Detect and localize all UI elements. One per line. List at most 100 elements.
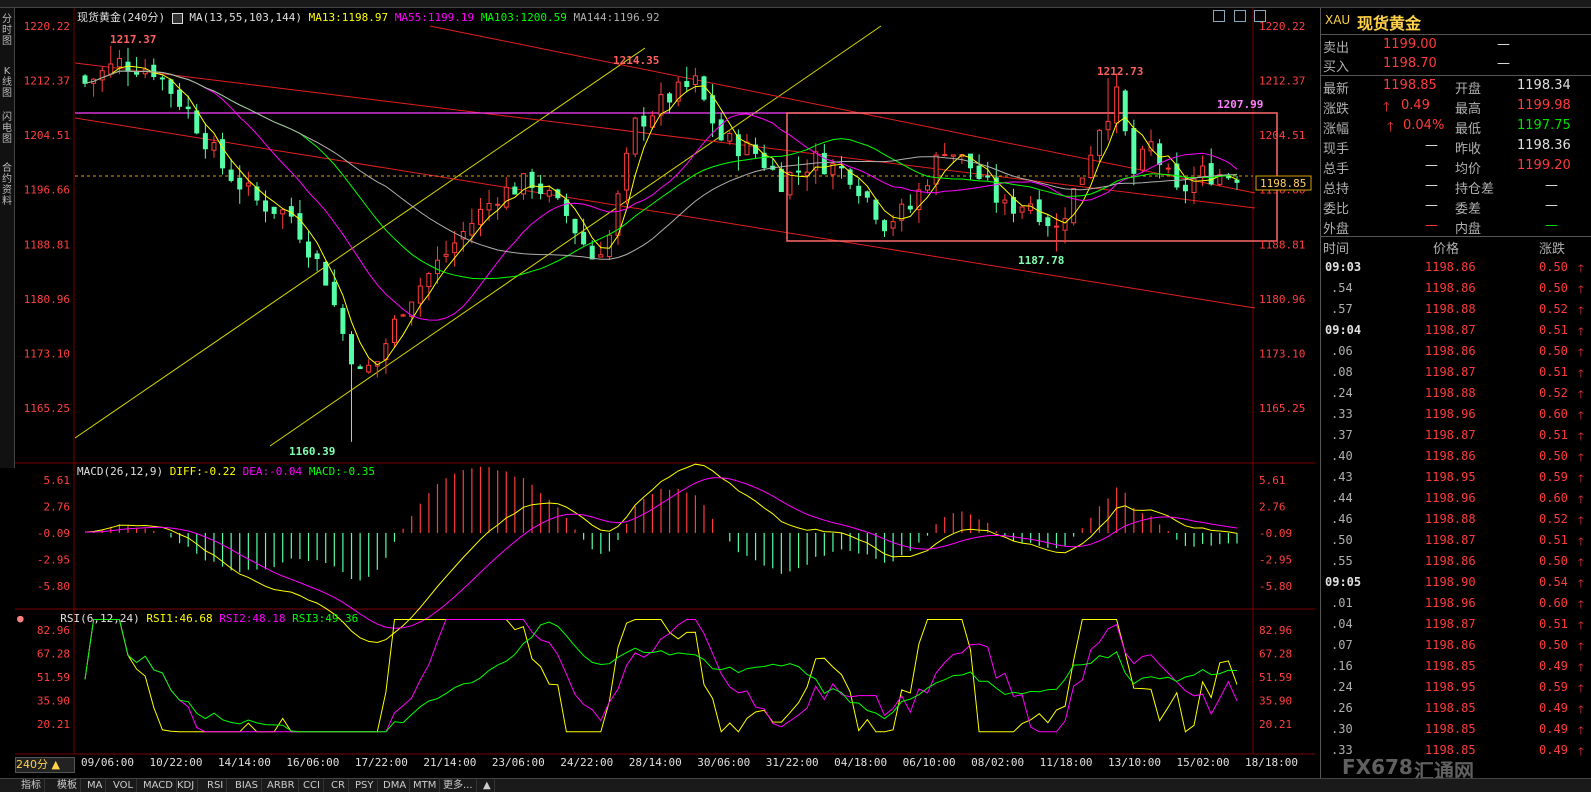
candle-body: [400, 314, 406, 317]
rsi-legend: ● RSI(6,12,24) RSI1:46.68 RSI2:48.18 RSI…: [17, 612, 358, 625]
quote-row-hold: 总持 — 持仓差 —: [1321, 178, 1591, 197]
indicator-tab[interactable]: DMA: [380, 779, 411, 792]
arrow-up-icon: 🡑: [1578, 367, 1584, 380]
indicator-tab[interactable]: MACD: [140, 779, 177, 792]
candle-body: [1157, 143, 1163, 165]
candle-body: [323, 261, 329, 286]
candle-body: [159, 77, 165, 80]
zoom-in-icon[interactable]: [1213, 10, 1225, 22]
tick-time: .50: [1331, 533, 1353, 547]
macd-axis-label-left: -5.80: [37, 580, 70, 593]
candle-body: [692, 75, 698, 85]
quote-row-last: 最新 1198.85 开盘 1198.34: [1321, 78, 1591, 97]
tick-time: .06: [1331, 344, 1353, 358]
kline-chart-area[interactable]: 1220.22 1220.22 1212.37 1212.37 1204.51 1204.…: [15, 8, 1315, 773]
more-tabs-icon[interactable]: ▲: [480, 779, 495, 792]
tab-flash-chart[interactable]: 闪电图: [1, 112, 13, 145]
quote-buy-row: 买入 1198.70 —: [1321, 56, 1591, 76]
outer-label: 外盘: [1323, 222, 1350, 237]
ticks-list[interactable]: 09:03 1198.86 0.50 🡑 .54 1198.86 0.50 🡑 .57 1198.…: [1321, 257, 1591, 777]
tick-time: .07: [1331, 638, 1353, 652]
tab-intraday-chart[interactable]: 分时图: [1, 14, 13, 47]
candle-body: [417, 285, 423, 304]
time-axis-label: 14/14:00: [218, 756, 271, 769]
candle-body: [1053, 225, 1059, 228]
tick-price: 1198.86: [1425, 638, 1476, 652]
price-axis-label-left: 1188.81: [24, 238, 70, 251]
quote-panel: XAU 现货黄金 卖出 1199.00 — 买入 1198.70 — 最新 11…: [1320, 8, 1591, 778]
maximize-icon[interactable]: [1254, 10, 1267, 22]
time-axis-label: 17/22:00: [355, 756, 408, 769]
candle-body: [116, 57, 122, 68]
candle-body: [1019, 206, 1025, 213]
quote-row-pct: 涨幅 🡑 0.04% 最低 1197.75: [1321, 118, 1591, 137]
candle-body: [495, 203, 501, 206]
indicator-tab[interactable]: MTM: [410, 779, 441, 792]
candle-body: [151, 64, 157, 78]
total-label: 总手: [1323, 162, 1350, 177]
indicator-tab[interactable]: RSI: [204, 779, 228, 792]
candle-body: [297, 213, 303, 240]
indicator-tab[interactable]: 指标: [18, 779, 45, 792]
indicator-tab[interactable]: CCI: [300, 779, 324, 792]
tab-kline-chart[interactable]: K线图: [1, 66, 13, 99]
tick-price: 1198.87: [1425, 533, 1476, 547]
tick-time: 09:04: [1325, 323, 1362, 337]
price-axis-label-left: 1180.96: [24, 293, 70, 306]
candle-body: [168, 79, 174, 94]
arrow-up-icon: 🡑: [1578, 724, 1584, 737]
rsi-axis-label-right: 35.90: [1259, 694, 1292, 707]
hold-change-label: 持仓差: [1455, 182, 1495, 197]
macd-legend: MACD(26,12,9) DIFF:-0.22 DEA:-0.04 MACD:…: [77, 465, 375, 478]
indicator-tab[interactable]: KDJ: [174, 779, 199, 792]
indicator-tab[interactable]: MA: [84, 779, 107, 792]
indicator-tab[interactable]: 模板: [54, 779, 81, 792]
tick-time: .37: [1331, 428, 1353, 442]
indicator-tab[interactable]: ARBR: [264, 779, 299, 792]
arrow-up-icon: 🡑: [1578, 598, 1584, 611]
time-axis-label: 21/14:00: [423, 756, 476, 769]
zoom-out-icon[interactable]: [1233, 10, 1246, 22]
tick-change: 0.52: [1539, 302, 1568, 316]
hold-change-value: —: [1545, 178, 1558, 193]
tick-change: 0.52: [1539, 386, 1568, 400]
tick-row: .08 1198.87 0.51 🡑: [1321, 362, 1591, 383]
tick-change: 0.51: [1539, 323, 1568, 337]
indicator-tab[interactable]: PSY: [352, 779, 378, 792]
chart-window-controls: [1213, 10, 1267, 25]
candle-body: [1131, 128, 1137, 174]
indicator-tab[interactable]: VOL: [110, 779, 138, 792]
ticks-header-price: 价格: [1433, 242, 1460, 257]
tab-contract-info[interactable]: 合约资料: [1, 163, 13, 207]
tick-change: 0.50: [1539, 638, 1568, 652]
change-value: 0.49: [1401, 98, 1430, 113]
sell-volume: —: [1497, 37, 1510, 52]
indicator-tab[interactable]: 更多...: [440, 779, 477, 792]
outer-value: —: [1425, 218, 1438, 233]
arrow-up-icon: 🡑: [1578, 409, 1584, 422]
arrow-up-icon: 🡑: [1578, 682, 1584, 695]
tick-row: 09:04 1198.87 0.51 🡑: [1321, 320, 1591, 341]
quote-row-now: 现手 — 昨收 1198.36: [1321, 138, 1591, 157]
indicator-tab[interactable]: CR: [328, 779, 349, 792]
candle-body: [976, 165, 982, 180]
tick-price: 1198.86: [1425, 344, 1476, 358]
rsi-settings-icon[interactable]: ●: [17, 612, 24, 625]
period-selector[interactable]: 240分 ▲: [15, 757, 75, 773]
triangle-up-icon: ▲: [51, 758, 60, 771]
candle-body: [1200, 165, 1206, 178]
tick-row: .24 1198.95 0.59 🡑: [1321, 677, 1591, 698]
macd-axis-label-right: 5.61: [1259, 474, 1286, 487]
candle-body: [1105, 120, 1111, 131]
macd-axis-label-left: 2.76: [44, 500, 71, 513]
tick-time: .24: [1331, 680, 1353, 694]
tick-change: 0.59: [1539, 680, 1568, 694]
indicator-tab[interactable]: BIAS: [232, 779, 262, 792]
ma55-value: MA55:1199.19: [394, 11, 475, 24]
price-axis-label-right: 1188.81: [1259, 238, 1305, 251]
price-axis-label-right: 1173.10: [1259, 347, 1305, 360]
rsi2-value: RSI2:48.18: [219, 612, 286, 625]
ma-settings-icon[interactable]: [171, 12, 183, 24]
tick-change: 0.51: [1539, 617, 1568, 631]
arrow-up-icon: 🡑: [1578, 304, 1584, 317]
